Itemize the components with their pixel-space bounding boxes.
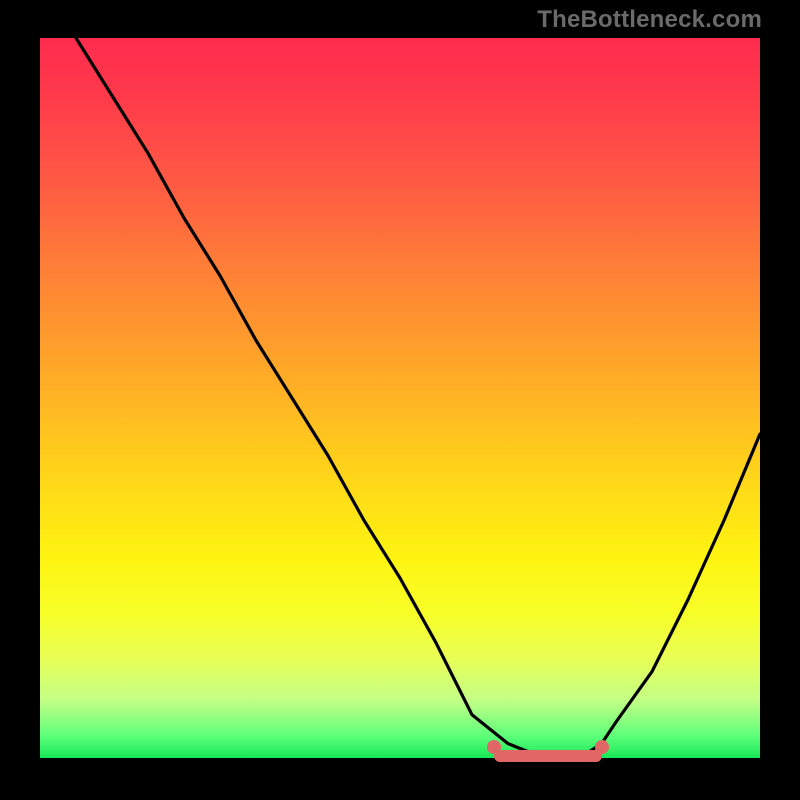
plot-area bbox=[40, 38, 760, 758]
optimal-range-start-dot bbox=[487, 740, 501, 754]
chart-frame: TheBottleneck.com bbox=[0, 0, 800, 800]
bottleneck-curve bbox=[40, 38, 760, 758]
optimal-range-marker bbox=[494, 750, 602, 762]
watermark-text: TheBottleneck.com bbox=[537, 6, 762, 34]
optimal-range-end-dot bbox=[595, 740, 609, 754]
